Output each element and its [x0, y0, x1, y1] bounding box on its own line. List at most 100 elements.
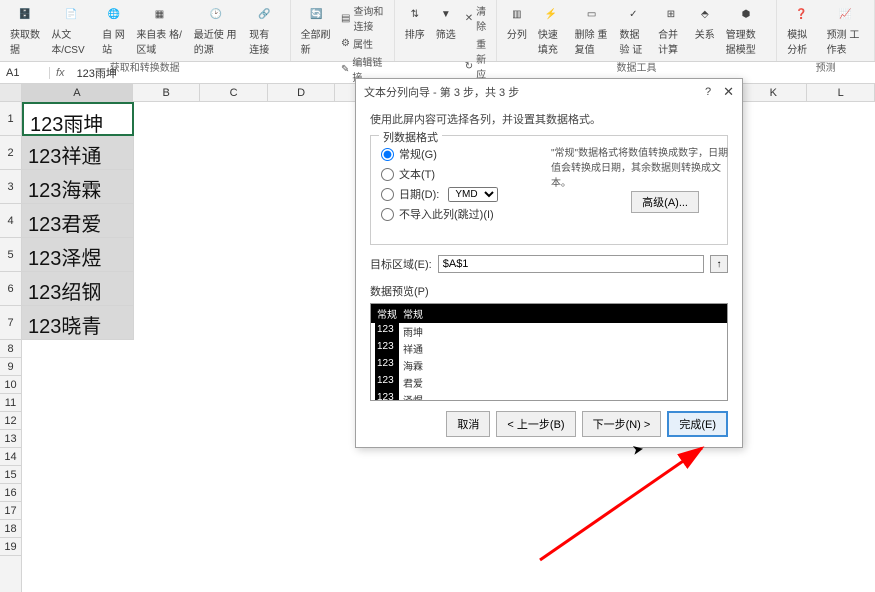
sort-icon: ⇅: [405, 4, 425, 24]
column-header-B[interactable]: B: [133, 84, 200, 101]
forecast-icon: 📈: [835, 4, 855, 24]
row-header-12[interactable]: 12: [0, 412, 21, 430]
column-header-C[interactable]: C: [200, 84, 267, 101]
row-header-18[interactable]: 18: [0, 520, 21, 538]
text-to-columns-wizard-dialog: 文本分列向导 - 第 3 步，共 3 步 ? ✕ 使用此屏内容可选择各列，并设置…: [355, 78, 743, 448]
help-button[interactable]: ?: [705, 86, 711, 98]
forecast-sheet-button[interactable]: 📈预测 工作表: [823, 2, 868, 58]
dialog-title-text: 文本分列向导 - 第 3 步，共 3 步: [364, 84, 519, 100]
row-header-19[interactable]: 19: [0, 538, 21, 556]
select-all-corner[interactable]: [0, 84, 22, 101]
back-button[interactable]: < 上一步(B): [496, 411, 575, 437]
row-header-7[interactable]: 7: [0, 306, 21, 340]
cancel-button[interactable]: 取消: [446, 411, 490, 437]
radio-general-input[interactable]: [381, 148, 394, 161]
column-header-K[interactable]: K: [740, 84, 807, 101]
flash-fill-button[interactable]: ⚡快速填充: [534, 2, 568, 58]
flash-icon: ⚡: [541, 4, 561, 24]
date-format-select[interactable]: YMD: [448, 187, 498, 202]
relationships-button[interactable]: ⬘关系: [691, 2, 719, 43]
group-label: 列数据格式: [379, 129, 442, 145]
name-box[interactable]: A1: [0, 67, 50, 79]
row-header-3[interactable]: 3: [0, 170, 21, 204]
row-header-6[interactable]: 6: [0, 272, 21, 306]
row-header-11[interactable]: 11: [0, 394, 21, 412]
clear-button[interactable]: ✕清除: [463, 2, 490, 34]
refresh-icon: 🔄: [306, 4, 326, 24]
from-table-button[interactable]: ▦来自表 格/区域: [132, 2, 186, 58]
annotation-arrow: [530, 440, 730, 570]
dialog-titlebar[interactable]: 文本分列向导 - 第 3 步，共 3 步 ? ✕: [356, 79, 742, 105]
ribbon-group-sort: ⇅排序 ▼筛选 ✕清除 ↻重新应用 ▽高级 排序和筛选: [395, 0, 497, 61]
link-icon: 🔗: [254, 4, 274, 24]
close-button[interactable]: ✕: [723, 84, 734, 100]
row-header-2[interactable]: 2: [0, 136, 21, 170]
cell-A7[interactable]: 123晓青: [22, 306, 134, 340]
existing-conn-button[interactable]: 🔗现有 连接: [245, 2, 283, 58]
finish-button[interactable]: 完成(E): [667, 411, 728, 437]
validation-icon: ✓: [623, 4, 643, 24]
next-button[interactable]: 下一步(N) >: [582, 411, 662, 437]
range-picker-button[interactable]: ↑: [710, 255, 728, 273]
row-header-5[interactable]: 5: [0, 238, 21, 272]
clear-icon: ✕: [465, 13, 473, 24]
preview-box[interactable]: 常规常规 123雨坤 123祥通 123海霖 123君爱 123泽煜 123绍钢…: [370, 303, 728, 401]
column-format-group: 列数据格式 常规(G) 文本(T) 日期(D):YMD 不导入此列(跳过)(I)…: [370, 135, 728, 245]
sort-button[interactable]: ⇅排序: [401, 2, 429, 43]
dup-icon: ▭: [582, 4, 602, 24]
row-header-4[interactable]: 4: [0, 204, 21, 238]
cell-A4[interactable]: 123君爱: [22, 204, 134, 238]
model-icon: ⬢: [736, 4, 756, 24]
row-header-16[interactable]: 16: [0, 484, 21, 502]
data-model-button[interactable]: ⬢管理数 据模型: [722, 2, 770, 58]
remove-dup-button[interactable]: ▭删除 重复值: [571, 2, 613, 58]
column-header-L[interactable]: L: [807, 84, 874, 101]
radio-skip-input[interactable]: [381, 208, 394, 221]
filter-button[interactable]: ▼筛选: [432, 2, 460, 43]
recent-icon: 🕑: [206, 4, 226, 24]
preview-row: 123泽煜: [371, 391, 727, 401]
row-header-13[interactable]: 13: [0, 430, 21, 448]
radio-date-input[interactable]: [381, 188, 394, 201]
cell-A5[interactable]: 123泽煜: [22, 238, 134, 272]
advanced-button[interactable]: 高级(A)...: [631, 191, 699, 213]
recent-sources-button[interactable]: 🕑最近使 用的源: [190, 2, 242, 58]
from-web-button[interactable]: 🌐自 网站: [98, 2, 129, 58]
preview-row: 123祥通: [371, 340, 727, 357]
row-header-14[interactable]: 14: [0, 448, 21, 466]
destination-input[interactable]: [438, 255, 704, 273]
row-header-15[interactable]: 15: [0, 466, 21, 484]
whatif-icon: ❓: [791, 4, 811, 24]
row-header-9[interactable]: 9: [0, 358, 21, 376]
whatif-button[interactable]: ❓模拟分析: [783, 2, 819, 58]
get-data-button[interactable]: 🗄️获取数 据: [6, 2, 44, 58]
row-header-8[interactable]: 8: [0, 340, 21, 358]
row-header-1[interactable]: 1: [0, 102, 21, 136]
from-csv-button[interactable]: 📄从文 本/CSV: [47, 2, 95, 58]
globe-icon: 🌐: [104, 4, 124, 24]
props-icon: ⚙: [341, 38, 350, 49]
row-header-17[interactable]: 17: [0, 502, 21, 520]
preview-row: 123海霖: [371, 357, 727, 374]
cell-A2[interactable]: 123祥通: [22, 136, 134, 170]
refresh-all-button[interactable]: 🔄全部刷 新: [297, 2, 336, 58]
properties-button[interactable]: ⚙属性: [339, 35, 388, 52]
instruction-text: 使用此屏内容可选择各列，并设置其数据格式。: [370, 111, 728, 127]
rel-icon: ⬘: [695, 4, 715, 24]
consolidate-button[interactable]: ⊞合并计算: [654, 2, 688, 58]
text-to-columns-button[interactable]: ▥分列: [503, 2, 531, 43]
preview-header-1: 常规: [375, 305, 399, 322]
cell-A3[interactable]: 123海霖: [22, 170, 134, 204]
queries-connections-button[interactable]: ▤查询和连接: [339, 2, 388, 34]
filter-icon: ▼: [436, 4, 456, 24]
column-header-A[interactable]: A: [22, 84, 133, 101]
column-header-D[interactable]: D: [268, 84, 335, 101]
cell-A6[interactable]: 123绍钢: [22, 272, 134, 306]
radio-text-input[interactable]: [381, 168, 394, 181]
list-icon: ▤: [341, 13, 350, 24]
data-validation-button[interactable]: ✓数据验 证: [616, 2, 652, 58]
preview-header-2: 常规: [399, 305, 427, 322]
fx-button[interactable]: fx: [50, 67, 71, 79]
row-header-10[interactable]: 10: [0, 376, 21, 394]
cell-A1[interactable]: 123雨坤: [22, 102, 134, 136]
